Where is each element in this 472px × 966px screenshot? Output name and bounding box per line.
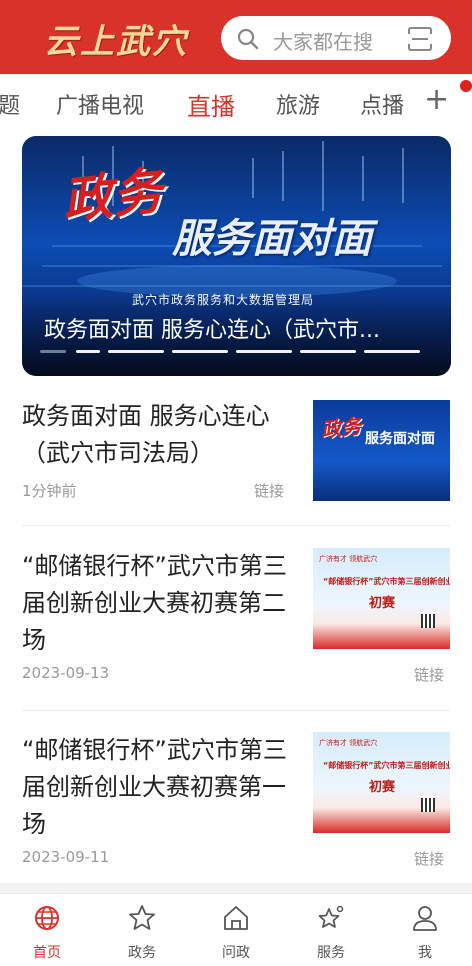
nav-label: 服务 [317,945,345,961]
scan-icon[interactable] [407,26,433,52]
app-header: 云上武穴 大家都在搜 [0,0,472,74]
carousel-dot [364,350,420,353]
news-thumbnail: 政务 服务面对面 [313,400,450,501]
globe-icon [35,906,59,930]
news-time: 2023-09-13 [22,664,110,682]
news-link-tag: 链接 [254,482,285,500]
tab-live[interactable]: 直播 [187,87,235,122]
user-icon [413,906,437,931]
divider [22,710,450,711]
divider [22,525,450,526]
thumb-white-text: 服务面对面 [365,431,435,447]
nav-label: 问政 [222,945,250,961]
tab-broadcast-tv[interactable]: 广播电视 [56,88,144,120]
thumb-contest-name: “邮储银行杯”武穴市第三届创新创业大赛 [323,577,450,586]
news-thumbnail: 广济有才 领航武穴 “邮储银行杯”武穴市第三届创新创业大赛 初赛 [313,548,450,649]
notification-dot [460,80,472,92]
thumb-slogan: 广济有才 领航武穴 [319,739,378,747]
carousel-dot-active [76,350,100,353]
search-placeholder: 大家都在搜 [273,30,373,54]
news-link-tag: 链接 [414,850,445,868]
carousel-dot [172,350,228,353]
channel-tabs: 题 广播电视 直播 旅游 点播 + [0,74,472,134]
star-icon [129,905,155,930]
home-icon [224,906,248,930]
thumb-slogan: 广济有才 领航武穴 [319,555,378,563]
news-link-tag: 链接 [414,666,445,684]
nav-label: 首页 [33,945,61,961]
thumb-round: 初赛 [369,780,396,795]
qr-code-icon [421,614,435,628]
carousel-dot [300,350,356,353]
banner-hero-white-text: 服务面对面 [172,215,372,262]
thumb-red-text: 政务 [320,413,363,443]
news-title[interactable]: “邮储银行杯”武穴市第三届创新创业大赛初赛第一场 [22,732,294,843]
section-gap [0,883,472,893]
carousel-dot [108,350,164,353]
carousel-dot [236,350,292,353]
nav-inquiry[interactable]: 问政 [196,894,276,966]
search-icon [237,28,259,50]
search-bar[interactable]: 大家都在搜 [221,16,451,60]
thumb-contest-name: “邮储银行杯”武穴市第三届创新创业大赛 [323,761,450,770]
news-thumbnail: 广济有才 领航武穴 “邮储银行杯”武穴市第三届创新创业大赛 初赛 [313,732,450,833]
tab-on-demand[interactable]: 点播 [360,88,404,120]
news-title[interactable]: “邮储银行杯”武穴市第三届创新创业大赛初赛第二场 [22,548,294,659]
tab-travel[interactable]: 旅游 [276,88,320,120]
nav-service[interactable]: 服务 [291,894,371,966]
nav-label: 我 [418,945,432,961]
add-channel-button[interactable]: + [424,82,449,117]
carousel-dot [40,350,66,353]
app-logo[interactable]: 云上武穴 [44,14,188,63]
nav-label: 政务 [128,945,156,961]
bottom-navigation: 首页 政务 问政 服务 我 [0,893,472,966]
news-time: 1分钟前 [22,482,77,500]
nav-government[interactable]: 政务 [102,894,182,966]
banner-caption: 政务面对面 服务心连心（武穴市... [44,318,380,343]
news-time: 2023-09-11 [22,848,110,866]
nav-me[interactable]: 我 [385,894,465,966]
tab-partial[interactable]: 题 [0,88,20,120]
nav-home[interactable]: 首页 [7,894,87,966]
sparkle-star-icon [318,905,344,928]
thumb-round: 初赛 [369,596,396,611]
banner-hero-red-text: 政务 [59,160,166,231]
qr-code-icon [421,798,435,812]
news-title[interactable]: 政务面对面 服务心连心（武穴市司法局） [22,398,294,472]
banner-carousel[interactable]: 政务 服务面对面 武穴市政务服务和大数据管理局 政务面对面 服务心连心（武穴市.… [22,136,451,376]
